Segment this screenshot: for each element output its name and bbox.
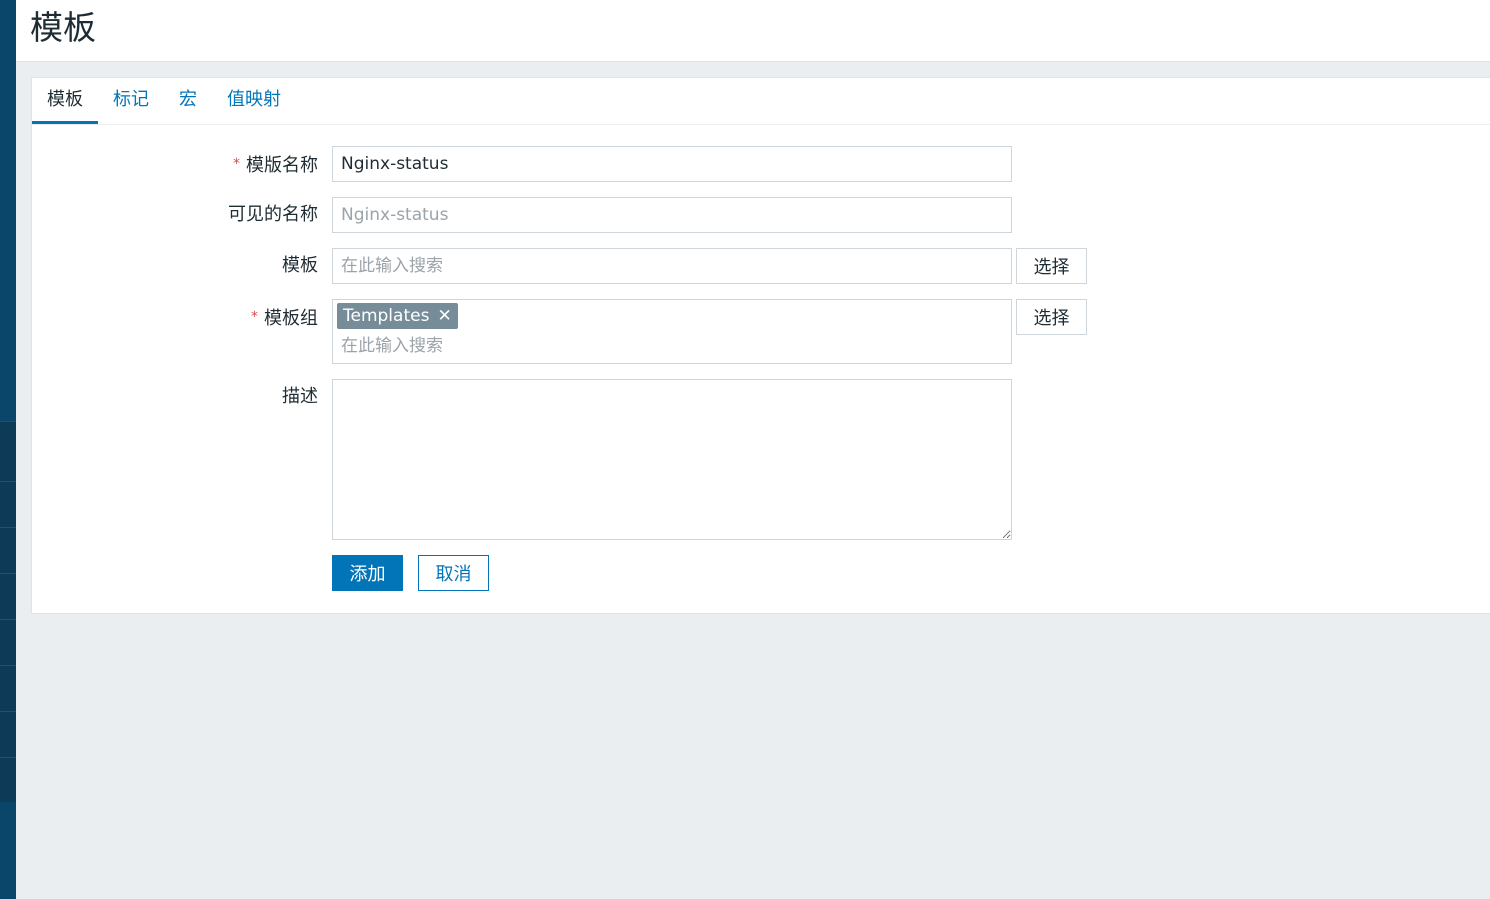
- template-groups-select-button[interactable]: 选择: [1016, 299, 1087, 335]
- sidebar-strip: [0, 0, 16, 899]
- sidebar-item[interactable]: [0, 527, 16, 573]
- template-groups-multiselect[interactable]: Templates ✕: [332, 299, 1019, 364]
- template-name-label: * 模版名称: [233, 155, 318, 176]
- tab-macros[interactable]: 宏: [178, 78, 198, 124]
- selected-group-tag: Templates ✕: [337, 303, 458, 329]
- sidebar-item[interactable]: [0, 711, 16, 757]
- tab-value-mapping[interactable]: 值映射: [226, 78, 282, 124]
- sidebar-item[interactable]: [0, 481, 16, 527]
- templates-label: 模板: [282, 255, 318, 276]
- required-marker: *: [251, 309, 258, 325]
- visible-name-label: 可见的名称: [228, 204, 318, 225]
- visible-name-input[interactable]: [332, 197, 1012, 233]
- templates-select-button[interactable]: 选择: [1016, 248, 1087, 284]
- template-groups-label: * 模板组: [251, 308, 318, 329]
- tab-template[interactable]: 模板: [32, 78, 98, 124]
- page-header: 模板: [16, 0, 1490, 62]
- template-groups-search-input[interactable]: [333, 331, 1019, 361]
- tab-tags[interactable]: 标记: [112, 78, 150, 124]
- sidebar-item[interactable]: [0, 573, 16, 619]
- templates-search-input[interactable]: [332, 248, 1012, 284]
- sidebar-item[interactable]: [0, 665, 16, 711]
- template-form-card: 模板 标记 宏 值映射 *模版名称 可见的名称 模板 选择 *模板组 Templ…: [31, 77, 1490, 614]
- required-marker: *: [233, 156, 240, 172]
- sidebar-item[interactable]: [0, 619, 16, 665]
- sidebar-item[interactable]: [0, 421, 16, 481]
- tab-bar: 模板 标记 宏 值映射: [32, 78, 1490, 125]
- description-label: 描述: [282, 386, 318, 407]
- page-title: 模板: [30, 8, 96, 47]
- template-name-input[interactable]: [332, 146, 1012, 182]
- remove-tag-icon[interactable]: ✕: [437, 303, 451, 329]
- add-button[interactable]: 添加: [332, 555, 403, 591]
- sidebar-item[interactable]: [0, 757, 16, 802]
- cancel-button[interactable]: 取消: [418, 555, 489, 591]
- selected-group-label: Templates: [343, 306, 430, 326]
- description-textarea[interactable]: [332, 379, 1012, 540]
